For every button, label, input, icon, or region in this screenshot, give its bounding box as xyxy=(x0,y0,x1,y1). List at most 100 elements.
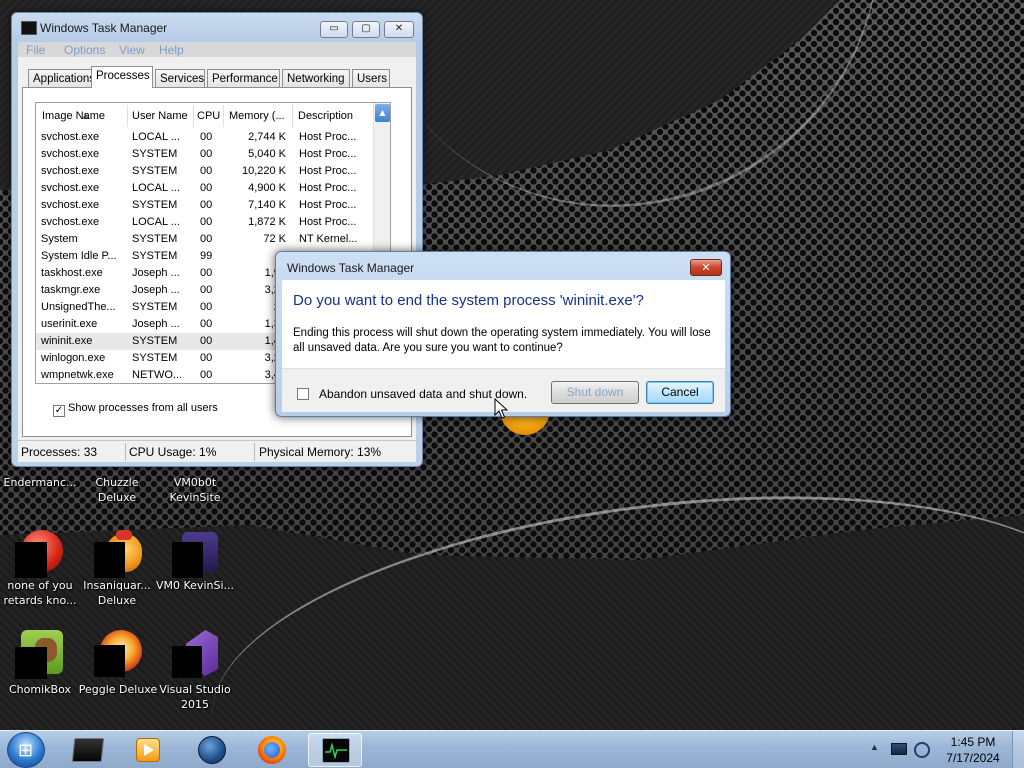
column-description[interactable]: Description xyxy=(298,110,368,122)
desktop-icon-label[interactable]: VM0 KevinSi... xyxy=(155,578,235,593)
table-row[interactable]: svchost.exe LOCAL ... 00 4,900 K Host Proc..… xyxy=(36,180,372,197)
checkbox-unchecked-icon[interactable] xyxy=(297,388,309,400)
process-cpu: 00 xyxy=(200,318,213,330)
clock-date: 7/17/2024 xyxy=(946,751,1000,765)
show-desktop-button[interactable] xyxy=(1012,731,1024,768)
maximize-button[interactable]: ▢ xyxy=(352,21,380,38)
column-image-name[interactable]: Image Name xyxy=(42,110,128,122)
process-image-name: svchost.exe xyxy=(41,182,100,194)
tab-applications[interactable]: Applications xyxy=(28,69,95,88)
tab-processes[interactable]: Processes xyxy=(91,66,153,88)
process-user-name: Joseph ... xyxy=(132,318,180,330)
process-description: Host Proc... xyxy=(299,131,357,143)
taskbar-task-manager-icon[interactable] xyxy=(308,733,362,767)
table-row[interactable]: svchost.exe SYSTEM 00 5,040 K Host Proc... xyxy=(36,146,372,163)
process-memory: 4,900 K xyxy=(248,182,286,194)
process-description: Host Proc... xyxy=(299,165,357,177)
process-image-name: System Idle P... xyxy=(41,250,117,262)
cancel-button[interactable]: Cancel xyxy=(646,381,714,404)
process-cpu: 00 xyxy=(200,148,213,160)
menu-options[interactable]: Options xyxy=(64,43,105,57)
start-button[interactable]: ⊞ xyxy=(7,732,45,768)
process-image-name: svchost.exe xyxy=(41,131,100,143)
process-user-name: SYSTEM xyxy=(132,233,178,245)
process-memory: 7,140 K xyxy=(248,199,286,211)
network-monitor-icon[interactable] xyxy=(891,743,907,755)
taskbar-media-player-icon[interactable] xyxy=(122,733,176,767)
tab-networking[interactable]: Networking xyxy=(282,69,350,88)
dialog-message: Ending this process will shut down the o… xyxy=(293,327,711,354)
menu-view[interactable]: View xyxy=(119,43,145,57)
desktop-icon-label[interactable]: ChomikBox xyxy=(0,682,80,697)
tray-overflow-chevron-icon[interactable]: ▲ xyxy=(870,742,879,752)
process-cpu: 00 xyxy=(200,216,213,228)
taskbar-explorer-icon[interactable] xyxy=(62,733,116,767)
status-physical-memory: Physical Memory: 13% xyxy=(259,445,382,459)
desktop-icon-label[interactable]: none of you retards kno... xyxy=(0,578,80,608)
process-cpu: 00 xyxy=(200,182,213,194)
desktop-icon-label[interactable]: Peggle Deluxe xyxy=(77,682,159,697)
process-image-name: svchost.exe xyxy=(41,165,100,177)
tab-services[interactable]: Services xyxy=(155,69,205,88)
process-user-name: SYSTEM xyxy=(132,199,178,211)
desktop-icon-label[interactable]: VM0b0t KevinSite xyxy=(155,475,235,505)
process-description: Host Proc... xyxy=(299,216,357,228)
process-cpu: 00 xyxy=(200,165,213,177)
column-cpu[interactable]: CPU xyxy=(197,110,223,122)
menu-help[interactable]: Help xyxy=(159,43,184,57)
show-all-processes-checkbox[interactable]: ✓ Show processes from all users xyxy=(53,402,218,417)
process-cpu: 00 xyxy=(200,267,213,279)
desktop-icon-label[interactable]: Insaniquar... Deluxe xyxy=(77,578,157,608)
process-image-name: taskhost.exe xyxy=(41,267,103,279)
process-user-name: LOCAL ... xyxy=(132,216,180,228)
abandon-data-checkbox[interactable]: Abandon unsaved data and shut down. xyxy=(297,387,527,401)
process-cpu: 00 xyxy=(200,284,213,296)
checkbox-checked-icon[interactable]: ✓ xyxy=(53,405,65,417)
table-row[interactable]: svchost.exe SYSTEM 00 7,140 K Host Proc... xyxy=(36,197,372,214)
tab-users[interactable]: Users xyxy=(352,69,390,88)
process-list-header: ▲ Image Name User Name CPU Memory (... D… xyxy=(36,103,376,129)
process-memory: 1,872 K xyxy=(248,216,286,228)
vm-icon[interactable] xyxy=(172,530,220,578)
process-user-name: SYSTEM xyxy=(132,165,178,177)
peggle-icon[interactable] xyxy=(94,630,142,678)
status-bar: Processes: 33 CPU Usage: 1% Physical Mem… xyxy=(18,440,416,462)
table-row[interactable]: System SYSTEM 00 72 K NT Kernel... xyxy=(36,231,372,248)
process-image-name: svchost.exe xyxy=(41,199,100,211)
chomikbox-icon[interactable] xyxy=(15,630,63,679)
visual-studio-icon[interactable] xyxy=(172,630,220,678)
end-process-dialog[interactable]: Windows Task Manager ✕ Do you want to en… xyxy=(275,251,731,417)
taskbar-clock[interactable]: 1:45 PM 7/17/2024 xyxy=(944,734,1002,766)
taskbar-globe-icon[interactable] xyxy=(186,733,240,767)
dialog-close-button[interactable]: ✕ xyxy=(690,259,722,276)
desktop-icon-label[interactable]: Chuzzle Deluxe xyxy=(77,475,157,505)
tab-performance[interactable]: Performance xyxy=(207,69,280,88)
process-user-name: SYSTEM xyxy=(132,335,178,347)
column-memory[interactable]: Memory (... xyxy=(229,110,293,122)
process-user-name: Joseph ... xyxy=(132,284,180,296)
menu-file[interactable]: File xyxy=(26,43,45,57)
close-button[interactable]: ✕ xyxy=(384,21,414,38)
desktop-icon-label[interactable]: Visual Studio 2015 xyxy=(155,682,235,712)
process-user-name: LOCAL ... xyxy=(132,182,180,194)
column-user-name[interactable]: User Name xyxy=(132,110,192,122)
volume-speaker-icon[interactable] xyxy=(914,742,930,758)
table-row[interactable]: svchost.exe LOCAL ... 00 2,744 K Host Proc..… xyxy=(36,129,372,146)
insaniquarium-icon[interactable] xyxy=(94,530,142,578)
taskbar-firefox-icon[interactable] xyxy=(246,733,300,767)
process-cpu: 00 xyxy=(200,369,213,381)
show-all-label: Show processes from all users xyxy=(68,402,218,414)
process-image-name: wininit.exe xyxy=(41,335,93,347)
scroll-up-icon[interactable]: ▲ xyxy=(375,104,390,122)
table-row[interactable]: svchost.exe SYSTEM 00 10,220 K Host Proc... xyxy=(36,163,372,180)
table-row[interactable]: svchost.exe LOCAL ... 00 1,872 K Host Proc..… xyxy=(36,214,372,231)
app-red-round-icon[interactable] xyxy=(15,530,63,578)
desktop-icon-label[interactable]: Endermanc... xyxy=(0,475,80,490)
process-user-name: SYSTEM xyxy=(132,352,178,364)
minimize-button[interactable]: ▭ xyxy=(320,21,348,38)
process-image-name: UnsignedThe... xyxy=(41,301,116,313)
shut-down-button[interactable]: Shut down xyxy=(551,381,639,404)
window-title: Windows Task Manager xyxy=(40,21,168,35)
taskbar: ⊞ ▲ 1:45 PM 7/17/2024 xyxy=(0,730,1024,768)
process-cpu: 00 xyxy=(200,301,213,313)
